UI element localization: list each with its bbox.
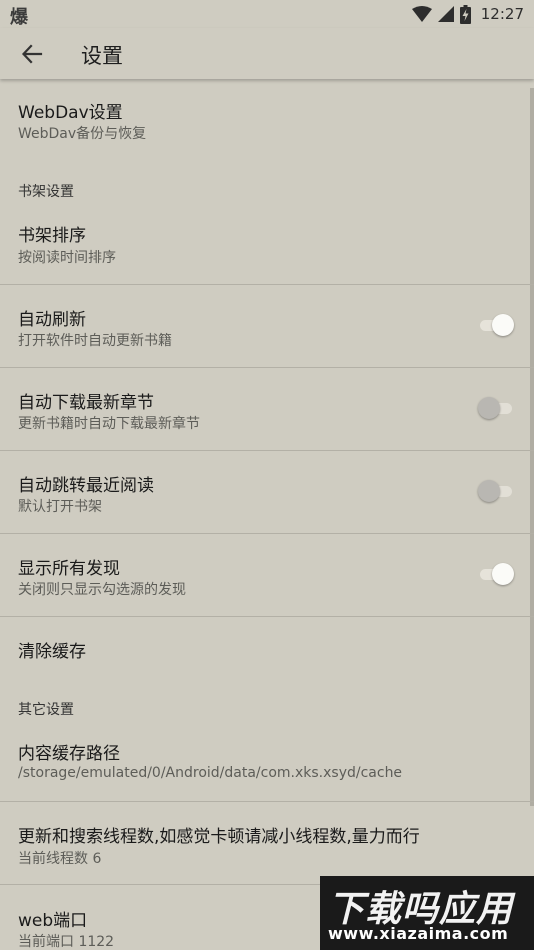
pref-auto-jump-summary: 默认打开书架 (18, 499, 102, 515)
pref-cache-path[interactable]: 内容缓存路径 /storage/emulated/0/Android/data/… (0, 722, 534, 801)
watermark-url-text: www.xiazaima.com (328, 924, 509, 943)
app-bar: 设置 (0, 28, 534, 79)
category-bookshelf: 书架设置 (18, 184, 74, 200)
arrow-back-icon (21, 44, 43, 64)
pref-show-all-find-title: 显示所有发现 (18, 559, 120, 579)
pref-threads[interactable]: 更新和搜索线程数,如感觉卡顿请减小线程数,量力而行 当前线程数 6 (0, 802, 534, 884)
switch-thumb (478, 397, 500, 419)
battery-charging-icon (459, 4, 471, 24)
pref-cache-path-title: 内容缓存路径 (18, 744, 120, 764)
wifi-icon (411, 6, 432, 22)
pref-clear-cache-title: 清除缓存 (18, 642, 86, 662)
watermark-logo: 下载吗应用 www.xiazaima.com (320, 876, 534, 950)
pref-auto-download-summary: 更新书籍时自动下载最新章节 (18, 416, 200, 432)
page-title: 设置 (81, 44, 123, 68)
auto-refresh-switch[interactable] (478, 313, 514, 337)
auto-download-switch[interactable] (478, 396, 514, 420)
pref-auto-download[interactable]: 自动下载最新章节 更新书籍时自动下载最新章节 (0, 368, 534, 450)
switch-thumb (478, 480, 500, 502)
pref-auto-refresh-summary: 打开软件时自动更新书籍 (18, 333, 172, 349)
pref-clear-cache[interactable]: 清除缓存 (0, 617, 534, 679)
pref-web-port-title: web端口 (18, 911, 88, 931)
pref-cache-path-summary: /storage/emulated/0/Android/data/com.xks… (18, 765, 403, 781)
switch-thumb (492, 314, 514, 336)
pref-auto-jump-title: 自动跳转最近阅读 (18, 476, 154, 496)
pref-auto-jump[interactable]: 自动跳转最近阅读 默认打开书架 (0, 451, 534, 533)
pref-webdav[interactable]: WebDav设置 WebDav备份与恢复 (0, 80, 534, 163)
switch-thumb (492, 563, 514, 585)
pref-show-all-find-summary: 关闭则只显示勾选源的发现 (18, 582, 186, 598)
status-bar: 爆 12:27 (0, 0, 534, 28)
pref-webdav-summary: WebDav备份与恢复 (18, 126, 147, 142)
show-all-find-switch[interactable] (478, 562, 514, 586)
pref-webdav-title: WebDav设置 (18, 103, 123, 123)
back-button[interactable] (12, 34, 52, 74)
status-time: 12:27 (480, 5, 524, 23)
auto-jump-switch[interactable] (478, 479, 514, 503)
pref-threads-title: 更新和搜索线程数,如感觉卡顿请减小线程数,量力而行 (18, 827, 420, 847)
category-other: 其它设置 (18, 702, 74, 718)
pref-web-port-summary: 当前端口 1122 (18, 934, 115, 950)
status-icons: 12:27 (411, 3, 524, 25)
cell-signal-icon (437, 6, 454, 22)
pref-auto-refresh-title: 自动刷新 (18, 310, 86, 330)
pref-auto-download-title: 自动下载最新章节 (18, 393, 154, 413)
pref-bookshelf-sort[interactable]: 书架排序 按阅读时间排序 (0, 206, 534, 284)
pref-bookshelf-sort-title: 书架排序 (18, 226, 86, 246)
pref-auto-refresh[interactable]: 自动刷新 打开软件时自动更新书籍 (0, 285, 534, 367)
pref-threads-summary: 当前线程数 6 (18, 851, 102, 867)
status-app-glyph: 爆 (10, 7, 28, 28)
pref-bookshelf-sort-summary: 按阅读时间排序 (18, 250, 116, 266)
pref-show-all-find[interactable]: 显示所有发现 关闭则只显示勾选源的发现 (0, 534, 534, 616)
